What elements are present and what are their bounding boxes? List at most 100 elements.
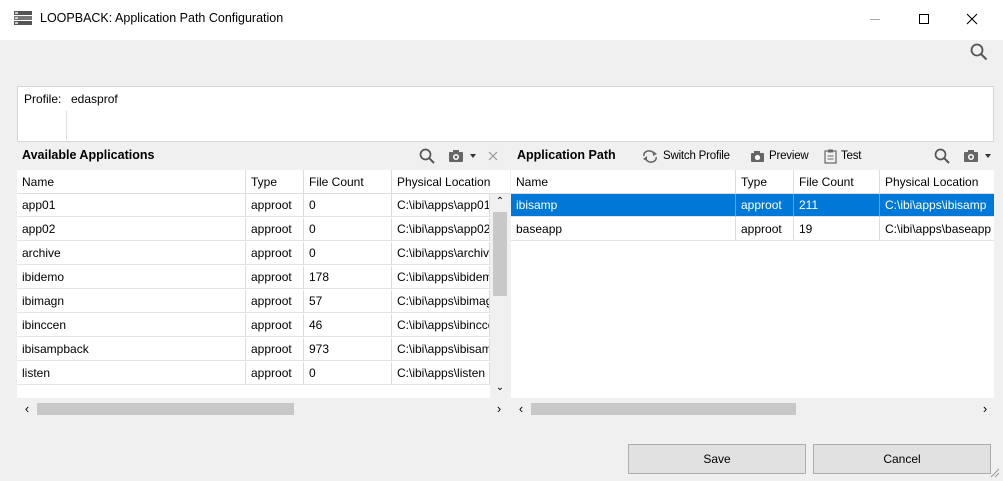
cell-location: C:\ibi\apps\ibimagn xyxy=(392,290,490,313)
cell-type: approot xyxy=(246,362,304,385)
cell-location: C:\ibi\apps\ibisampback xyxy=(392,338,490,361)
table-row[interactable]: listen approot 0 C:\ibi\apps\listen xyxy=(17,362,490,385)
chevron-down-icon[interactable] xyxy=(983,150,993,162)
cell-name: archive xyxy=(17,242,246,265)
cell-location: C:\ibi\apps\baseapp xyxy=(880,218,994,241)
save-button[interactable]: Save xyxy=(628,444,806,474)
cell-file-count: 211 xyxy=(794,194,880,217)
scroll-left-icon[interactable]: ‹ xyxy=(20,400,34,418)
resize-grip-icon[interactable] xyxy=(988,466,1000,478)
cell-type: approot xyxy=(246,218,304,241)
search-icon[interactable] xyxy=(970,43,990,63)
cell-file-count: 57 xyxy=(304,290,392,313)
column-header-type[interactable]: Type xyxy=(736,170,794,194)
camera-icon[interactable] xyxy=(447,148,465,164)
cell-file-count: 0 xyxy=(304,218,392,241)
cell-name: ibisampback xyxy=(17,338,246,361)
chevron-down-icon[interactable] xyxy=(468,150,478,162)
table-row[interactable]: ibisampback approot 973 C:\ibi\apps\ibis… xyxy=(17,338,490,361)
cell-type: approot xyxy=(246,242,304,265)
cell-name: listen xyxy=(17,362,246,385)
camera-icon xyxy=(750,150,765,163)
cell-name: ibinccen xyxy=(17,314,246,337)
cell-location: C:\ibi\apps\ibidemo xyxy=(392,266,490,289)
refresh-icon xyxy=(641,149,659,163)
maximize-button[interactable] xyxy=(909,6,939,32)
cell-file-count: 46 xyxy=(304,314,392,337)
application-path-title: Application Path xyxy=(517,148,616,162)
available-applications-table: Name Type File Count Physical Location a… xyxy=(17,170,510,398)
cell-type: approot xyxy=(736,218,794,241)
cell-location: C:\ibi\apps\ibisamp xyxy=(880,194,994,217)
available-applications-title: Available Applications xyxy=(22,148,155,162)
scroll-up-icon[interactable]: ⌃ xyxy=(493,196,507,208)
table-row-selected[interactable]: ibisamp approot 211 C:\ibi\apps\ibisamp xyxy=(511,194,994,217)
vertical-scroll-thumb[interactable] xyxy=(493,212,507,296)
table-row[interactable]: app02 approot 0 C:\ibi\apps\app02 xyxy=(17,218,490,241)
search-icon[interactable] xyxy=(418,147,436,165)
test-button[interactable]: Test xyxy=(824,146,861,166)
horizontal-scroll-thumb[interactable] xyxy=(531,403,796,415)
window-title: LOOPBACK: Application Path Configuration xyxy=(40,11,284,25)
search-icon[interactable] xyxy=(933,147,951,165)
app-icon xyxy=(14,11,32,25)
preview-label: Preview xyxy=(769,150,809,162)
column-header-physical-location[interactable]: Physical Location xyxy=(392,170,510,194)
cell-type: approot xyxy=(246,338,304,361)
camera-icon[interactable] xyxy=(962,148,980,164)
cancel-button[interactable]: Cancel xyxy=(813,444,991,474)
table-row[interactable]: app01 approot 0 C:\ibi\apps\app01 xyxy=(17,194,490,217)
profile-panel: Profile: edasprof xyxy=(17,86,994,142)
application-path-table: Name Type File Count Physical Location i… xyxy=(511,170,994,398)
cell-file-count: 0 xyxy=(304,194,392,217)
cell-type: approot xyxy=(246,314,304,337)
cell-file-count: 19 xyxy=(794,218,880,241)
cell-location: C:\ibi\apps\listen xyxy=(392,362,490,385)
table-row[interactable]: ibidemo approot 178 C:\ibi\apps\ibidemo xyxy=(17,266,490,289)
column-header-type[interactable]: Type xyxy=(246,170,304,194)
minimize-icon xyxy=(870,19,880,20)
cell-type: approot xyxy=(246,266,304,289)
cell-location: C:\ibi\apps\archive xyxy=(392,242,490,265)
close-icon[interactable] xyxy=(485,148,501,164)
cell-location: C:\ibi\apps\ibinccen xyxy=(392,314,490,337)
table-row[interactable]: archive approot 0 C:\ibi\apps\archive xyxy=(17,242,490,265)
switch-profile-label: Switch Profile xyxy=(663,150,730,162)
cell-location: C:\ibi\apps\app02 xyxy=(392,218,490,241)
horizontal-scroll-thumb[interactable] xyxy=(37,403,294,415)
column-header-name[interactable]: Name xyxy=(511,170,736,194)
cell-file-count: 0 xyxy=(304,362,392,385)
column-header-file-count[interactable]: File Count xyxy=(794,170,880,194)
close-button[interactable] xyxy=(957,6,987,32)
switch-profile-button[interactable]: Switch Profile xyxy=(641,146,730,166)
cell-name: baseapp xyxy=(511,218,736,241)
table-row[interactable]: ibimagn approot 57 C:\ibi\apps\ibimagn xyxy=(17,290,490,313)
cell-type: approot xyxy=(246,194,304,217)
minimize-button[interactable] xyxy=(860,6,890,32)
test-label: Test xyxy=(841,150,862,162)
cell-name: ibimagn xyxy=(17,290,246,313)
profile-label: Profile: xyxy=(24,92,62,106)
maximize-icon xyxy=(919,14,929,24)
scroll-right-icon[interactable]: › xyxy=(492,400,506,418)
cell-name: ibidemo xyxy=(17,266,246,289)
profile-value: edasprof xyxy=(71,92,118,106)
scroll-right-icon[interactable]: › xyxy=(978,400,992,418)
scroll-down-icon[interactable]: ⌄ xyxy=(493,382,507,394)
cell-type: approot xyxy=(246,290,304,313)
close-icon xyxy=(966,13,978,25)
clipboard-icon xyxy=(824,149,837,164)
cell-file-count: 0 xyxy=(304,242,392,265)
cell-name: app02 xyxy=(17,218,246,241)
column-header-physical-location[interactable]: Physical Location xyxy=(880,170,994,194)
column-header-name[interactable]: Name xyxy=(17,170,246,194)
preview-button[interactable]: Preview xyxy=(750,146,809,166)
scroll-left-icon[interactable]: ‹ xyxy=(514,400,528,418)
table-row[interactable]: baseapp approot 19 C:\ibi\apps\baseapp xyxy=(511,218,994,241)
column-header-file-count[interactable]: File Count xyxy=(304,170,392,194)
table-row[interactable]: ibinccen approot 46 C:\ibi\apps\ibinccen xyxy=(17,314,490,337)
cell-location: C:\ibi\apps\app01 xyxy=(392,194,490,217)
cell-type: approot xyxy=(736,194,794,217)
profile-divider xyxy=(66,111,67,142)
cell-file-count: 973 xyxy=(304,338,392,361)
